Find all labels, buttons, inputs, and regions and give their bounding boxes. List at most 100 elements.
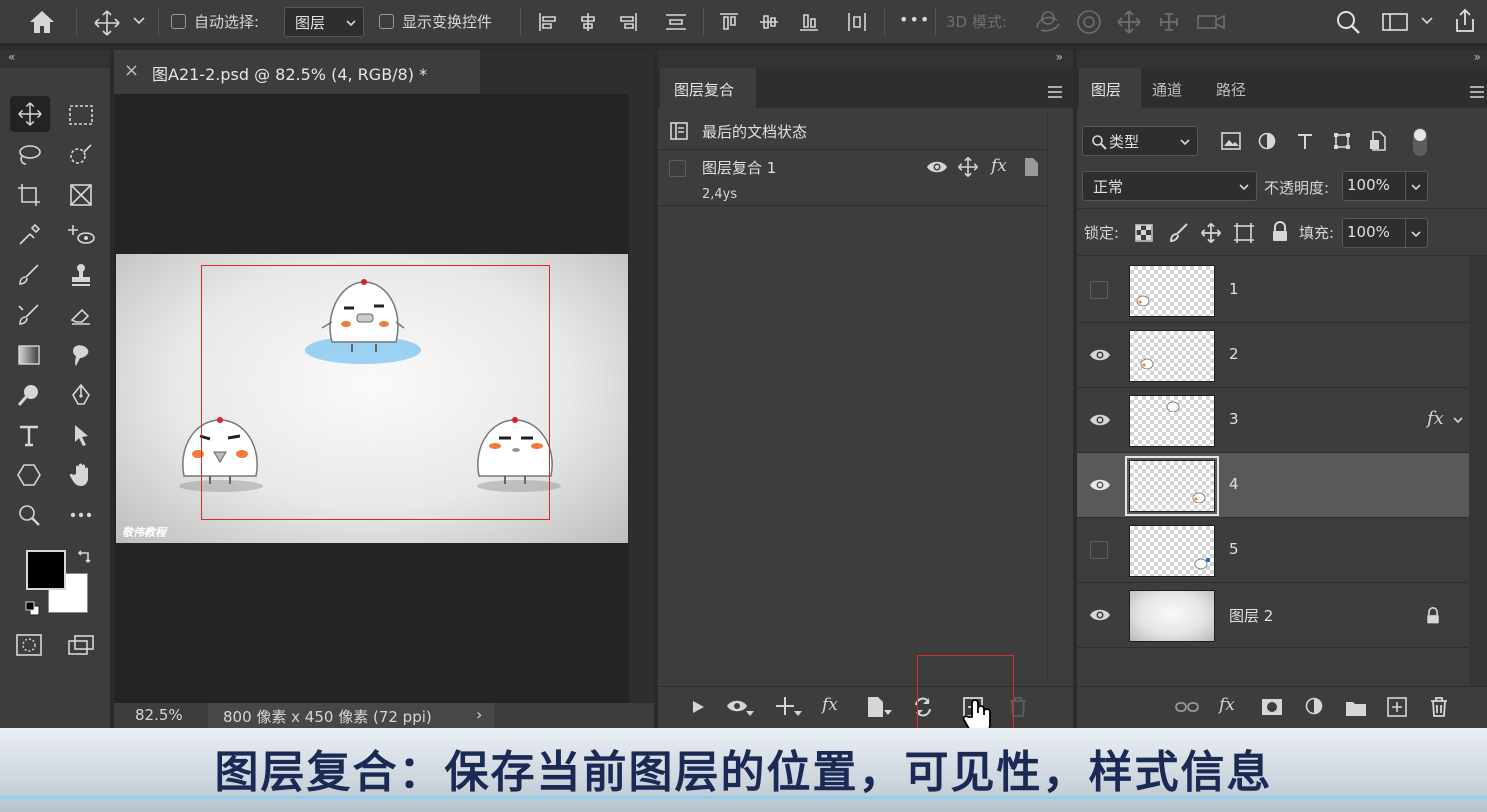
history-brush-tool-icon[interactable] <box>12 298 46 332</box>
crop-tool-icon[interactable] <box>12 178 46 212</box>
document-icon[interactable] <box>1023 157 1039 177</box>
filter-shape-icon[interactable] <box>1333 132 1351 150</box>
fill-input[interactable]: 100% <box>1342 218 1428 248</box>
type-tool-icon[interactable] <box>12 418 46 452</box>
shape-tool-icon[interactable] <box>12 458 46 492</box>
move-tool-icon[interactable] <box>10 96 50 132</box>
new-group-icon[interactable] <box>1345 699 1367 717</box>
search-icon[interactable] <box>1334 8 1362 40</box>
gradient-tool-icon[interactable] <box>12 338 46 372</box>
visibility-eye-icon[interactable] <box>1089 347 1111 363</box>
collapse-icon[interactable]: « <box>8 50 15 64</box>
close-tab-icon[interactable]: × <box>124 60 139 81</box>
play-icon[interactable] <box>690 699 706 715</box>
chevron-down-icon[interactable] <box>1410 228 1422 240</box>
lock-position-icon[interactable] <box>1200 222 1222 244</box>
chevron-down-icon[interactable] <box>132 14 146 32</box>
update-visibility-icon[interactable] <box>726 697 756 717</box>
marquee-tool-icon[interactable] <box>64 98 98 132</box>
tab-channels[interactable]: 通道 <box>1152 79 1182 100</box>
visibility-toggle-off[interactable] <box>1090 281 1108 299</box>
align-center-icon[interactable] <box>577 11 599 37</box>
quick-mask-icon[interactable] <box>12 628 46 662</box>
default-colors-icon[interactable] <box>25 601 41 621</box>
update-document-icon[interactable] <box>866 696 894 720</box>
expand-icon[interactable]: » <box>1474 50 1481 64</box>
workspace-icon[interactable] <box>1380 10 1410 38</box>
lock-pixels-icon[interactable] <box>1168 222 1190 244</box>
update-appearance-icon[interactable]: fx <box>822 695 838 715</box>
position-icon[interactable] <box>957 156 979 178</box>
layer-row-3[interactable]: 3 fx <box>1077 388 1469 453</box>
layer-row-background[interactable]: 图层 2 <box>1077 583 1469 648</box>
share-icon[interactable] <box>1451 7 1479 39</box>
eyedropper-tool-icon[interactable] <box>12 218 46 252</box>
comp-item-last-state[interactable]: 最后的文档状态 <box>658 112 1050 150</box>
align-top-icon[interactable] <box>718 11 740 37</box>
visibility-icon[interactable] <box>926 159 948 175</box>
appearance-fx-icon[interactable]: fx <box>991 156 1007 176</box>
update-position-icon[interactable] <box>774 695 804 719</box>
layer-row-5[interactable]: 5 <box>1077 518 1469 583</box>
frame-tool-icon[interactable] <box>64 178 98 212</box>
layer-filter-dropdown[interactable]: 类型 <box>1082 126 1198 156</box>
dodge-tool-icon[interactable] <box>12 378 46 412</box>
more-tools-icon[interactable] <box>64 498 98 532</box>
comp-apply-checkbox[interactable] <box>669 160 686 177</box>
smudge-tool-icon[interactable] <box>64 338 98 372</box>
add-mask-icon[interactable] <box>1261 698 1283 716</box>
visibility-eye-icon[interactable] <box>1089 477 1111 493</box>
visibility-toggle-off[interactable] <box>1090 541 1108 559</box>
tab-paths[interactable]: 路径 <box>1216 79 1246 100</box>
visibility-eye-icon[interactable] <box>1089 607 1111 623</box>
lasso-tool-icon[interactable] <box>12 138 46 172</box>
chevron-down-icon[interactable] <box>1452 414 1464 426</box>
show-transform-checkbox[interactable] <box>379 14 394 29</box>
opacity-input[interactable]: 100% <box>1342 171 1428 201</box>
layer-row-2[interactable]: 2 <box>1077 323 1469 388</box>
panel-menu-icon[interactable] <box>1047 84 1063 102</box>
move-tool-icon[interactable] <box>93 9 121 41</box>
visibility-eye-icon[interactable] <box>1089 412 1111 428</box>
align-left-icon[interactable] <box>537 11 559 37</box>
zoom-level[interactable]: 82.5% <box>135 706 183 724</box>
align-right-icon[interactable] <box>617 11 639 37</box>
distribute-icon[interactable] <box>664 11 688 37</box>
color-sampler-tool-icon[interactable] <box>64 218 98 252</box>
filter-toggle[interactable] <box>1413 128 1427 156</box>
chevron-down-icon[interactable] <box>1410 181 1422 193</box>
new-adjustment-icon[interactable] <box>1305 697 1327 719</box>
path-select-tool-icon[interactable] <box>64 418 98 452</box>
layer-row-1[interactable]: 1 <box>1077 258 1469 323</box>
auto-select-dropdown[interactable]: 图层 <box>284 7 364 37</box>
lock-artboard-icon[interactable] <box>1233 222 1255 244</box>
delete-layer-icon[interactable] <box>1429 696 1449 718</box>
quick-select-tool-icon[interactable] <box>64 138 98 172</box>
link-layers-icon[interactable] <box>1175 700 1199 714</box>
lock-all-icon[interactable] <box>1271 221 1289 243</box>
expand-icon[interactable]: » <box>1056 50 1063 64</box>
eraser-tool-icon[interactable] <box>64 298 98 332</box>
filter-adjustment-icon[interactable] <box>1258 132 1276 150</box>
home-icon[interactable] <box>28 9 56 39</box>
chevron-right-icon[interactable]: › <box>476 705 482 724</box>
panel-collapse-bar[interactable]: » <box>1077 50 1487 68</box>
zoom-tool-icon[interactable] <box>12 498 46 532</box>
chevron-down-icon[interactable] <box>1420 14 1434 32</box>
align-middle-icon[interactable] <box>758 11 780 37</box>
add-style-icon[interactable]: fx <box>1219 695 1235 715</box>
hand-tool-icon[interactable] <box>64 458 98 492</box>
vertical-scrollbar[interactable] <box>629 94 654 703</box>
panel-menu-icon[interactable] <box>1469 84 1485 102</box>
new-layer-icon[interactable] <box>1387 697 1407 717</box>
lock-transparent-icon[interactable] <box>1135 224 1153 242</box>
panel-collapse-bar[interactable]: » <box>658 50 1073 68</box>
brush-tool-icon[interactable] <box>12 258 46 292</box>
screen-mode-icon[interactable] <box>64 628 98 662</box>
blend-mode-dropdown[interactable]: 正常 <box>1082 171 1257 201</box>
filter-type-icon[interactable] <box>1296 132 1314 150</box>
comp-item-1[interactable]: 图层复合 1 2,4ys fx <box>658 151 1050 206</box>
stamp-tool-icon[interactable] <box>64 258 98 292</box>
align-bottom-icon[interactable] <box>798 11 820 37</box>
layer-effects-badge[interactable]: fx <box>1427 408 1444 429</box>
